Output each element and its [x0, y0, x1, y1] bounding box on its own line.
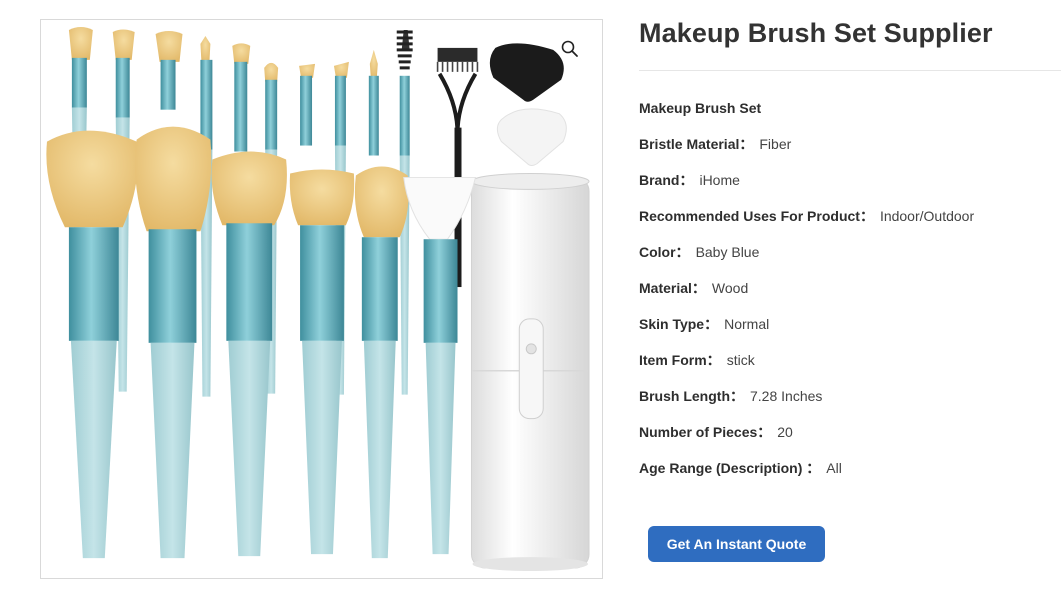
spec-row: Color： Baby Blue: [639, 243, 1059, 279]
brush-holder-cup: [470, 172, 590, 572]
spec-row: Item Form： stick: [639, 351, 1059, 387]
spec-row: Recommended Uses For Product： Indoor/Outd…: [639, 207, 1059, 243]
spec-value: Baby Blue: [695, 244, 760, 260]
spec-row: Brush Length： 7.28 Inches: [639, 387, 1059, 423]
spec-value: Wood: [711, 280, 749, 296]
spec-label: Bristle Material：: [639, 136, 754, 152]
large-brush-row: [46, 126, 477, 559]
spec-label: Brush Length：: [639, 388, 744, 404]
black-puff: [489, 43, 564, 102]
product-title: Makeup Brush Set Supplier: [639, 18, 993, 48]
spec-row: Material： Wood: [639, 279, 1059, 315]
spec-value: Normal: [724, 316, 770, 332]
spec-value: 20: [777, 424, 793, 440]
spec-row: Skin Type： Normal: [639, 315, 1059, 351]
spec-value: iHome: [699, 172, 740, 188]
brush-set-illustration: [46, 26, 590, 572]
spec-value: stick: [726, 352, 755, 368]
magnifier-icon: [561, 40, 578, 57]
spec-row: Brand： iHome: [639, 171, 1059, 207]
spec-row: Age Range (Description) ： All: [639, 459, 1059, 495]
spec-value: Fiber: [759, 136, 792, 152]
instant-quote-button[interactable]: Get An Instant Quote: [648, 526, 825, 562]
title-divider: [639, 70, 1061, 71]
spec-label: Color：: [639, 244, 690, 260]
spec-row: Bristle Material： Fiber: [639, 135, 1059, 171]
white-puff: [496, 108, 567, 166]
spec-value: Indoor/Outdoor: [879, 208, 975, 224]
spec-row: Number of Pieces： 20: [639, 423, 1059, 459]
spec-value: All: [826, 460, 842, 476]
spec-label: Makeup Brush Set: [639, 100, 762, 116]
spec-label: Number of Pieces：: [639, 424, 772, 440]
spec-label: Brand：: [639, 172, 694, 188]
spec-label: Recommended Uses For Product：: [639, 208, 874, 224]
spec-row: Makeup Brush Set: [639, 99, 1059, 135]
spec-label: Material：: [639, 280, 706, 296]
spec-label: Item Form：: [639, 352, 721, 368]
spec-label: Age Range (Description) ：: [639, 460, 821, 476]
spec-value: 7.28 Inches: [750, 388, 823, 404]
spec-label: Skin Type：: [639, 316, 719, 332]
product-image[interactable]: [40, 19, 603, 579]
zoom-button[interactable]: [557, 36, 583, 62]
spec-list: Makeup Brush Set Bristle Material： Fiber …: [639, 99, 1059, 495]
